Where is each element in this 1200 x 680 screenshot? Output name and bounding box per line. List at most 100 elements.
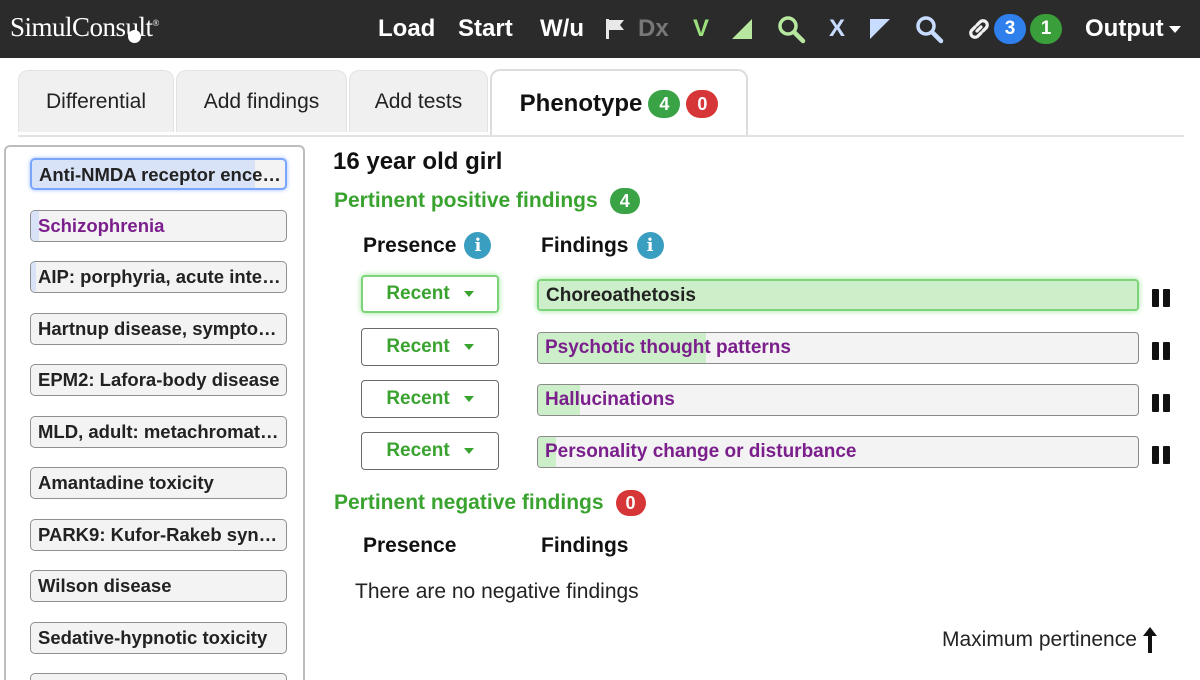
positive-findings-title: Pertinent positive findings (334, 189, 598, 212)
logo-dot-icon (128, 30, 141, 43)
differential-item[interactable]: Hartnup disease, symptomatic (30, 313, 287, 345)
finding-item[interactable]: Psychotic thought patterns (537, 332, 1139, 364)
phenotype-negative-badge: 0 (686, 90, 719, 118)
tab-add-tests-label: Add tests (374, 89, 463, 113)
tab-add-tests[interactable]: Add tests (349, 70, 488, 132)
presence-dropdown[interactable]: Recent (361, 275, 499, 313)
presence-value: Recent (386, 336, 450, 357)
start-label: Start (458, 15, 513, 42)
differential-item[interactable]: Amantadine toxicity (30, 467, 287, 499)
tab-differential-label: Differential (46, 89, 146, 113)
dx-label: Dx (638, 15, 669, 42)
differential-item-label: Hartnup disease, symptomatic (38, 318, 283, 339)
tab-phenotype-label: Phenotype (519, 90, 643, 117)
finding-label: Personality change or disturbance (545, 441, 857, 462)
presence-column-header: Presence i (363, 232, 492, 259)
tab-phenotype[interactable]: Phenotype 4 0 (490, 69, 748, 137)
differential-item-label: Methylmalonic acidemia (38, 674, 283, 680)
positive-count-badge: 4 (609, 188, 640, 214)
differential-item-label: Anti-NMDA receptor encephalitis (39, 164, 284, 185)
maximum-pertinence-sort[interactable]: Maximum pertinence (942, 626, 1159, 654)
differential-item-label: Wilson disease (38, 575, 172, 596)
dx-button[interactable]: Dx (638, 0, 669, 58)
differential-item[interactable]: Sedative-hypnotic toxicity (30, 622, 287, 654)
search-blue-icon[interactable] (914, 0, 944, 58)
differential-item[interactable]: Wilson disease (30, 570, 287, 602)
patient-title: 16 year old girl (333, 148, 503, 175)
differential-item-label: EPM2: Lafora-body disease (38, 369, 280, 390)
negative-count-badge: 0 (615, 490, 646, 516)
finding-item[interactable]: Choreoathetosis (537, 279, 1139, 311)
x-button[interactable]: X (829, 0, 845, 58)
presence-value: Recent (386, 283, 450, 304)
workup-button[interactable]: W/u (540, 0, 584, 58)
link-count-green: 1 (1030, 14, 1062, 44)
start-button[interactable]: Start (458, 0, 513, 58)
differential-item[interactable]: AIP: porphyria, acute intermittent (30, 261, 287, 293)
differential-item-label: Sedative-hypnotic toxicity (38, 627, 268, 648)
link-count-blue-badge[interactable]: 3 (994, 0, 1026, 58)
positive-findings-header: Pertinent positive findings 4 (334, 188, 640, 214)
differential-item[interactable]: Schizophrenia (30, 210, 287, 242)
green-corner-icon[interactable] (730, 0, 754, 58)
finding-item[interactable]: Personality change or disturbance (537, 436, 1139, 468)
pause-icon[interactable] (1152, 289, 1170, 307)
differential-item-label: AIP: porphyria, acute intermittent (38, 266, 283, 287)
link-count-green-badge[interactable]: 1 (1030, 0, 1062, 58)
negative-findings-header: Pertinent negative findings 0 (334, 490, 646, 516)
link-icon[interactable] (965, 0, 993, 58)
chevron-down-icon (463, 344, 474, 350)
presence-dropdown[interactable]: Recent (361, 328, 499, 366)
tab-add-findings-label: Add findings (203, 89, 320, 113)
differential-item[interactable]: Anti-NMDA receptor encephalitis (30, 158, 287, 190)
negative-findings-title: Pertinent negative findings (334, 491, 604, 514)
negative-presence-label: Presence (363, 534, 457, 557)
presence-value: Recent (386, 388, 450, 409)
pause-icon[interactable] (1152, 446, 1170, 464)
tab-divider (18, 135, 1184, 137)
tab-differential[interactable]: Differential (18, 70, 174, 132)
pause-icon[interactable] (1152, 394, 1170, 412)
presence-value: Recent (386, 440, 450, 461)
differential-item[interactable]: EPM2: Lafora-body disease (30, 364, 287, 396)
finding-label: Choreoathetosis (546, 285, 696, 306)
top-toolbar: SimulConsult® Load Start W/u Dx V X 3 1 … (0, 0, 1200, 58)
arrow-up-icon (1142, 627, 1157, 653)
v-label: V (693, 15, 710, 42)
workup-label: W/u (540, 15, 584, 42)
negative-findings-column-header: Findings (541, 534, 629, 558)
finding-label: Hallucinations (545, 389, 675, 410)
search-green-icon[interactable] (776, 0, 806, 58)
chevron-down-icon (463, 448, 474, 454)
chevron-down-icon (463, 396, 474, 402)
presence-dropdown[interactable]: Recent (361, 432, 499, 470)
presence-dropdown[interactable]: Recent (361, 380, 499, 418)
differential-item[interactable]: Methylmalonic acidemia (30, 673, 287, 680)
differential-item-label: MLD, adult: metachromatic leukodystrophy (38, 421, 283, 442)
tab-add-findings[interactable]: Add findings (176, 70, 347, 132)
link-count-blue: 3 (994, 14, 1026, 44)
findings-header-label: Findings (541, 233, 629, 257)
presence-info-icon[interactable]: i (464, 232, 492, 259)
load-button[interactable]: Load (378, 0, 435, 58)
finding-item[interactable]: Hallucinations (537, 384, 1139, 416)
no-negative-findings-text: There are no negative findings (355, 580, 639, 603)
negative-findings-label: Findings (541, 534, 629, 557)
findings-info-icon[interactable]: i (636, 232, 664, 259)
pause-icon[interactable] (1152, 342, 1170, 360)
load-label: Load (378, 15, 436, 42)
differential-item[interactable]: MLD, adult: metachromatic leukodystrophy (30, 416, 287, 448)
logo-trademark: ® (152, 18, 160, 28)
v-button[interactable]: V (693, 0, 709, 58)
findings-column-header: Findings i (541, 232, 664, 259)
phenotype-positive-badge: 4 (648, 90, 681, 118)
chevron-down-icon (463, 291, 474, 297)
differential-item-label: Amantadine toxicity (38, 472, 214, 493)
differential-item-label: PARK9: Kufor-Rakeb syndrome (38, 524, 283, 545)
blue-corner-icon[interactable] (868, 0, 892, 58)
output-menu[interactable]: Output (1085, 0, 1181, 58)
probability-bar (31, 262, 37, 292)
differential-item[interactable]: PARK9: Kufor-Rakeb syndrome (30, 519, 287, 551)
flag-icon[interactable] (604, 0, 626, 58)
differential-item-label: Schizophrenia (38, 215, 165, 236)
